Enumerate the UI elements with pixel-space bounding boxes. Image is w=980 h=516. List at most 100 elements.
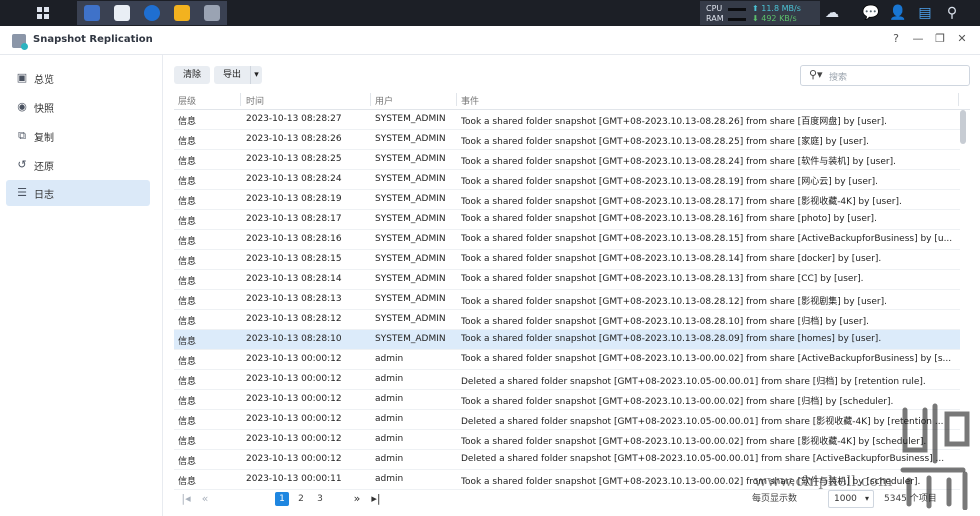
cell-event: Took a shared folder snapshot [GMT+08-20… xyxy=(461,234,953,244)
table-row[interactable]: 信息 2023-10-13 08:28:14 SYSTEM_ADMIN Took a … xyxy=(174,270,960,290)
taskbar-app-package-center[interactable] xyxy=(107,1,137,25)
table-row[interactable]: 信息 2023-10-13 08:28:17 SYSTEM_ADMIN Took a … xyxy=(174,210,960,230)
cell-event: Deleted a shared folder snapshot [GMT+08… xyxy=(461,417,944,427)
next-page-icon[interactable]: » xyxy=(350,492,364,506)
table-row[interactable]: 信息 2023-10-13 08:28:12 SYSTEM_ADMIN Took a … xyxy=(174,310,960,330)
vertical-scrollbar[interactable] xyxy=(960,110,966,144)
package-center-icon xyxy=(114,5,130,21)
taskbar-app-file-station[interactable] xyxy=(167,1,197,25)
restore-icon: ↺ xyxy=(17,158,27,171)
taskbar: CPU ⬆ 11.8 MB/s RAM ⬇ 492 KB/s ☁ 💬 👤 ▤ ⚲ xyxy=(0,0,980,26)
search-placeholder: 搜索 xyxy=(829,73,848,83)
table-row[interactable]: 信息 2023-10-13 08:28:10 SYSTEM_ADMIN Took a … xyxy=(174,330,960,350)
table-row[interactable]: 信息 2023-10-13 08:28:27 SYSTEM_ADMIN Took a … xyxy=(174,110,960,130)
cell-event: Took a shared folder snapshot [GMT+08-20… xyxy=(461,397,894,407)
first-page-icon[interactable]: |◂ xyxy=(180,492,192,506)
last-page-icon[interactable]: ▸| xyxy=(369,492,383,506)
cell-user: admin xyxy=(375,434,404,444)
help-button[interactable]: ? xyxy=(888,31,904,47)
table-row[interactable]: 信息 2023-10-13 00:00:12 admin Took a shared … xyxy=(174,350,960,370)
export-button[interactable]: 导出 xyxy=(214,66,250,84)
per-page-label: 每页显示数 xyxy=(752,494,798,504)
cell-time: 2023-10-13 00:00:12 xyxy=(246,434,342,444)
cell-user: SYSTEM_ADMIN xyxy=(375,234,446,244)
cell-event: Deleted a shared folder snapshot [GMT+08… xyxy=(461,454,945,464)
page-button-3[interactable]: 3 xyxy=(313,492,327,506)
resource-monitor-widget[interactable]: CPU ⬆ 11.8 MB/s RAM ⬇ 492 KB/s xyxy=(700,1,820,25)
main-menu-icon[interactable] xyxy=(32,3,54,23)
per-page-select[interactable]: 1000 ▾ xyxy=(828,490,874,508)
cell-user: SYSTEM_ADMIN xyxy=(375,274,446,284)
restore-button[interactable]: ❐ xyxy=(932,31,948,47)
user-icon[interactable]: 👤 xyxy=(884,0,912,26)
page-button-2[interactable]: 2 xyxy=(294,492,308,506)
cell-time: 2023-10-13 08:28:16 xyxy=(246,234,342,244)
column-divider xyxy=(370,93,371,106)
cell-user: SYSTEM_ADMIN xyxy=(375,194,446,204)
column-header-user[interactable]: 用户 xyxy=(375,94,393,107)
taskbar-app-snapshot-replication[interactable] xyxy=(197,1,227,25)
cell-time: 2023-10-13 08:28:24 xyxy=(246,174,342,184)
cell-event: Took a shared folder snapshot [GMT+08-20… xyxy=(461,297,887,307)
table-row[interactable]: 信息 2023-10-13 08:28:16 SYSTEM_ADMIN Took a … xyxy=(174,230,960,250)
sidebar-item-label: 还原 xyxy=(34,162,54,173)
taskbar-app-security[interactable] xyxy=(137,1,167,25)
sidebar-item-log[interactable]: ☰ 日志 xyxy=(6,180,150,206)
clear-button[interactable]: 清除 xyxy=(174,66,210,84)
cell-time: 2023-10-13 08:28:17 xyxy=(246,214,342,224)
column-divider xyxy=(240,93,241,106)
cell-level: 信息 xyxy=(178,117,197,127)
table-row[interactable]: 信息 2023-10-13 00:00:12 admin Took a shared … xyxy=(174,390,960,410)
table-row[interactable]: 信息 2023-10-13 08:28:26 SYSTEM_ADMIN Took a … xyxy=(174,130,960,150)
table-row[interactable]: 信息 2023-10-13 08:28:25 SYSTEM_ADMIN Took a … xyxy=(174,150,960,170)
cell-user: admin xyxy=(375,354,404,364)
column-header-time[interactable]: 时间 xyxy=(246,94,264,107)
search-field[interactable]: ⚲▾ 搜索 xyxy=(800,65,970,86)
page-button-1[interactable]: 1 xyxy=(275,492,289,506)
column-header-level[interactable]: 层级 xyxy=(178,94,196,107)
cell-level: 信息 xyxy=(178,257,197,267)
taskbar-app-control-panel[interactable] xyxy=(77,1,107,25)
search-icon[interactable]: ⚲ xyxy=(938,0,966,26)
cell-time: 2023-10-13 00:00:12 xyxy=(246,354,342,364)
table-row[interactable]: 信息 2023-10-13 08:28:15 SYSTEM_ADMIN Took a … xyxy=(174,250,960,270)
cell-user: SYSTEM_ADMIN xyxy=(375,134,446,144)
sidebar-item-label: 总览 xyxy=(34,75,54,86)
cell-level: 信息 xyxy=(178,477,197,487)
table-row[interactable]: 信息 2023-10-13 08:28:13 SYSTEM_ADMIN Took a … xyxy=(174,290,960,310)
window-header: Snapshot Replication ? — ❐ ✕ xyxy=(0,26,980,55)
cell-time: 2023-10-13 00:00:11 xyxy=(246,474,342,484)
notification-icon[interactable]: 💬 xyxy=(857,0,885,26)
cell-time: 2023-10-13 00:00:12 xyxy=(246,454,342,464)
sidebar-item-replication[interactable]: ⧉ 复制 xyxy=(6,123,150,149)
close-button[interactable]: ✕ xyxy=(954,31,970,47)
column-header-event[interactable]: 事件 xyxy=(461,94,479,107)
watermark-logo-icon xyxy=(900,403,970,510)
cell-event: Took a shared folder snapshot [GMT+08-20… xyxy=(461,254,882,264)
cell-user: admin xyxy=(375,414,404,424)
minimize-button[interactable]: — xyxy=(910,31,926,47)
export-dropdown-icon[interactable]: ▾ xyxy=(250,66,262,84)
cloud-sync-icon[interactable]: ☁ xyxy=(818,0,846,26)
cell-user: SYSTEM_ADMIN xyxy=(375,154,446,164)
table-row[interactable]: 信息 2023-10-13 00:00:12 admin Deleted a shar… xyxy=(174,450,960,470)
cell-time: 2023-10-13 08:28:19 xyxy=(246,194,342,204)
table-row[interactable]: 信息 2023-10-13 00:00:12 admin Took a shared … xyxy=(174,430,960,450)
table-row[interactable]: 信息 2023-10-13 08:28:19 SYSTEM_ADMIN Took a … xyxy=(174,190,960,210)
cell-user: SYSTEM_ADMIN xyxy=(375,254,446,264)
cell-level: 信息 xyxy=(178,137,197,147)
cell-level: 信息 xyxy=(178,197,197,207)
cell-time: 2023-10-13 08:28:26 xyxy=(246,134,342,144)
table-row[interactable]: 信息 2023-10-13 08:28:24 SYSTEM_ADMIN Took a … xyxy=(174,170,960,190)
watermark: www.chiphell.com xyxy=(754,472,893,490)
widgets-icon[interactable]: ▤ xyxy=(911,0,939,26)
table-row[interactable]: 信息 2023-10-13 00:00:12 admin Deleted a shar… xyxy=(174,410,960,430)
cell-time: 2023-10-13 08:28:10 xyxy=(246,334,342,344)
table-row[interactable]: 信息 2023-10-13 00:00:12 admin Deleted a shar… xyxy=(174,370,960,390)
sidebar-item-overview[interactable]: ▣ 总览 xyxy=(6,65,150,91)
sidebar-item-restore[interactable]: ↺ 还原 xyxy=(6,152,150,178)
sidebar-item-snapshots[interactable]: ◉ 快照 xyxy=(6,94,150,120)
security-icon xyxy=(144,5,160,21)
cell-event: Took a shared folder snapshot [GMT+08-20… xyxy=(461,354,952,364)
previous-page-icon[interactable]: « xyxy=(198,492,212,506)
